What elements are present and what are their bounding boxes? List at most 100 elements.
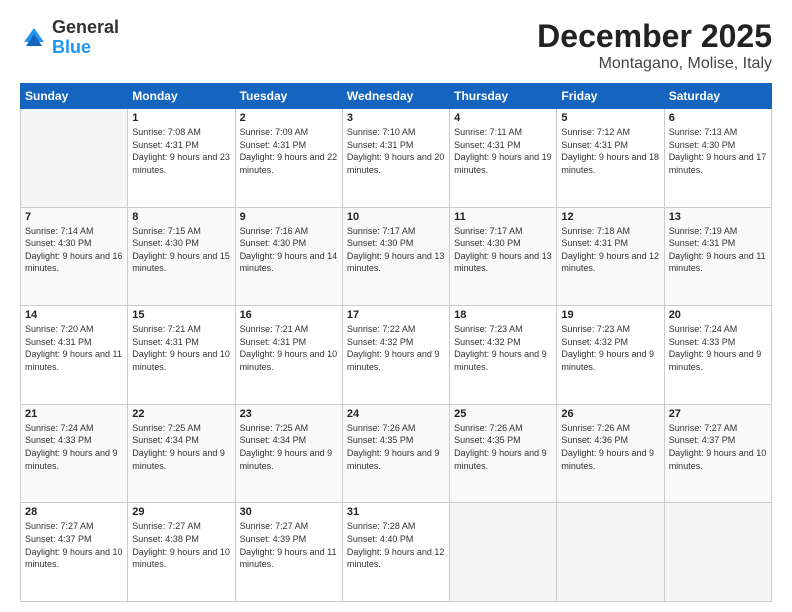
calendar-cell: 8 Sunrise: 7:15 AM Sunset: 4:30 PM Daylig… [128,207,235,306]
day-number: 24 [347,408,445,420]
week-row-0: 1Sunrise: 7:08 AM Sunset: 4:31 PM Daylig… [21,109,772,208]
calendar-cell: 27 Sunrise: 7:27 AM Sunset: 4:37 PM Dayli… [664,404,771,503]
page: General Blue December 2025 Montagano, Mo… [0,0,792,612]
day-header-saturday: Saturday [664,84,771,109]
day-number: 12 [561,211,659,223]
day-number: 8 [132,211,230,223]
calendar-cell: 25Sunrise: 7:26 AM Sunset: 4:35 PM Dayli… [450,404,557,503]
day-number: 25 [454,408,552,420]
calendar-body: 1Sunrise: 7:08 AM Sunset: 4:31 PM Daylig… [21,109,772,602]
day-number: 23 [240,408,338,420]
calendar-cell: 20 Sunrise: 7:24 AM Sunset: 4:33 PM Dayli… [664,306,771,405]
day-number: 19 [561,309,659,321]
subtitle: Montagano, Molise, Italy [537,55,772,73]
calendar-cell: 29Sunrise: 7:27 AM Sunset: 4:38 PM Dayli… [128,503,235,602]
calendar-cell [664,503,771,602]
day-number: 1 [132,112,230,124]
title-section: December 2025 Montagano, Molise, Italy [537,18,772,73]
logo-text: General Blue [52,18,119,58]
day-info: Sunrise: 7:21 AM Sunset: 4:31 PM Dayligh… [240,323,338,373]
calendar-cell: 18Sunrise: 7:23 AM Sunset: 4:32 PM Dayli… [450,306,557,405]
calendar-cell: 7Sunrise: 7:14 AM Sunset: 4:30 PM Daylig… [21,207,128,306]
header: General Blue December 2025 Montagano, Mo… [20,18,772,73]
day-info: Sunrise: 7:22 AM Sunset: 4:32 PM Dayligh… [347,323,445,373]
calendar-cell: 15 Sunrise: 7:21 AM Sunset: 4:31 PM Dayli… [128,306,235,405]
calendar-cell: 13Sunrise: 7:19 AM Sunset: 4:31 PM Dayli… [664,207,771,306]
day-info: Sunrise: 7:24 AM Sunset: 4:33 PM Dayligh… [669,323,767,373]
day-info: Sunrise: 7:15 AM Sunset: 4:30 PM Dayligh… [132,225,230,275]
calendar-cell [557,503,664,602]
calendar-cell: 31 Sunrise: 7:28 AM Sunset: 4:40 PM Dayli… [342,503,449,602]
day-info: Sunrise: 7:18 AM Sunset: 4:31 PM Dayligh… [561,225,659,275]
calendar-cell: 9Sunrise: 7:16 AM Sunset: 4:30 PM Daylig… [235,207,342,306]
day-number: 21 [25,408,123,420]
day-number: 31 [347,506,445,518]
day-info: Sunrise: 7:25 AM Sunset: 4:34 PM Dayligh… [132,422,230,472]
day-number: 26 [561,408,659,420]
calendar-cell: 22 Sunrise: 7:25 AM Sunset: 4:34 PM Dayli… [128,404,235,503]
main-title: December 2025 [537,18,772,55]
calendar-cell: 21 Sunrise: 7:24 AM Sunset: 4:33 PM Dayli… [21,404,128,503]
day-info: Sunrise: 7:21 AM Sunset: 4:31 PM Dayligh… [132,323,230,373]
day-number: 20 [669,309,767,321]
calendar-cell: 30Sunrise: 7:27 AM Sunset: 4:39 PM Dayli… [235,503,342,602]
logo-general: General [52,18,119,38]
calendar-cell: 19 Sunrise: 7:23 AM Sunset: 4:32 PM Dayli… [557,306,664,405]
day-info: Sunrise: 7:19 AM Sunset: 4:31 PM Dayligh… [669,225,767,275]
day-number: 17 [347,309,445,321]
day-info: Sunrise: 7:26 AM Sunset: 4:35 PM Dayligh… [347,422,445,472]
calendar-cell: 16 Sunrise: 7:21 AM Sunset: 4:31 PM Dayli… [235,306,342,405]
calendar-cell: 4 Sunrise: 7:11 AM Sunset: 4:31 PM Daylig… [450,109,557,208]
day-number: 2 [240,112,338,124]
week-row-1: 7Sunrise: 7:14 AM Sunset: 4:30 PM Daylig… [21,207,772,306]
day-info: Sunrise: 7:25 AM Sunset: 4:34 PM Dayligh… [240,422,338,472]
header-row: SundayMondayTuesdayWednesdayThursdayFrid… [21,84,772,109]
calendar-cell: 17 Sunrise: 7:22 AM Sunset: 4:32 PM Dayli… [342,306,449,405]
day-number: 28 [25,506,123,518]
calendar-cell: 12 Sunrise: 7:18 AM Sunset: 4:31 PM Dayli… [557,207,664,306]
calendar-cell: 10 Sunrise: 7:17 AM Sunset: 4:30 PM Dayli… [342,207,449,306]
calendar-cell [21,109,128,208]
day-number: 27 [669,408,767,420]
day-info: Sunrise: 7:11 AM Sunset: 4:31 PM Dayligh… [454,126,552,176]
day-info: Sunrise: 7:24 AM Sunset: 4:33 PM Dayligh… [25,422,123,472]
day-info: Sunrise: 7:28 AM Sunset: 4:40 PM Dayligh… [347,520,445,570]
day-header-monday: Monday [128,84,235,109]
day-info: Sunrise: 7:17 AM Sunset: 4:30 PM Dayligh… [454,225,552,275]
day-number: 4 [454,112,552,124]
logo-blue: Blue [52,38,119,58]
day-number: 7 [25,211,123,223]
day-info: Sunrise: 7:16 AM Sunset: 4:30 PM Dayligh… [240,225,338,275]
week-row-3: 21 Sunrise: 7:24 AM Sunset: 4:33 PM Dayli… [21,404,772,503]
day-info: Sunrise: 7:23 AM Sunset: 4:32 PM Dayligh… [454,323,552,373]
day-info: Sunrise: 7:26 AM Sunset: 4:36 PM Dayligh… [561,422,659,472]
calendar-cell: 11 Sunrise: 7:17 AM Sunset: 4:30 PM Dayli… [450,207,557,306]
week-row-2: 14Sunrise: 7:20 AM Sunset: 4:31 PM Dayli… [21,306,772,405]
calendar-cell: 5Sunrise: 7:12 AM Sunset: 4:31 PM Daylig… [557,109,664,208]
day-header-wednesday: Wednesday [342,84,449,109]
day-info: Sunrise: 7:27 AM Sunset: 4:39 PM Dayligh… [240,520,338,570]
day-info: Sunrise: 7:13 AM Sunset: 4:30 PM Dayligh… [669,126,767,176]
day-number: 3 [347,112,445,124]
day-info: Sunrise: 7:27 AM Sunset: 4:37 PM Dayligh… [25,520,123,570]
day-info: Sunrise: 7:17 AM Sunset: 4:30 PM Dayligh… [347,225,445,275]
calendar-cell: 1Sunrise: 7:08 AM Sunset: 4:31 PM Daylig… [128,109,235,208]
calendar-cell: 14Sunrise: 7:20 AM Sunset: 4:31 PM Dayli… [21,306,128,405]
calendar: SundayMondayTuesdayWednesdayThursdayFrid… [20,83,772,602]
day-number: 15 [132,309,230,321]
day-number: 22 [132,408,230,420]
day-info: Sunrise: 7:09 AM Sunset: 4:31 PM Dayligh… [240,126,338,176]
calendar-cell: 26 Sunrise: 7:26 AM Sunset: 4:36 PM Dayli… [557,404,664,503]
day-number: 16 [240,309,338,321]
calendar-cell: 3Sunrise: 7:10 AM Sunset: 4:31 PM Daylig… [342,109,449,208]
day-header-thursday: Thursday [450,84,557,109]
day-number: 11 [454,211,552,223]
calendar-cell: 24 Sunrise: 7:26 AM Sunset: 4:35 PM Dayli… [342,404,449,503]
calendar-header: SundayMondayTuesdayWednesdayThursdayFrid… [21,84,772,109]
logo: General Blue [20,18,119,58]
day-number: 6 [669,112,767,124]
day-info: Sunrise: 7:27 AM Sunset: 4:37 PM Dayligh… [669,422,767,472]
day-number: 10 [347,211,445,223]
day-info: Sunrise: 7:12 AM Sunset: 4:31 PM Dayligh… [561,126,659,176]
day-info: Sunrise: 7:23 AM Sunset: 4:32 PM Dayligh… [561,323,659,373]
